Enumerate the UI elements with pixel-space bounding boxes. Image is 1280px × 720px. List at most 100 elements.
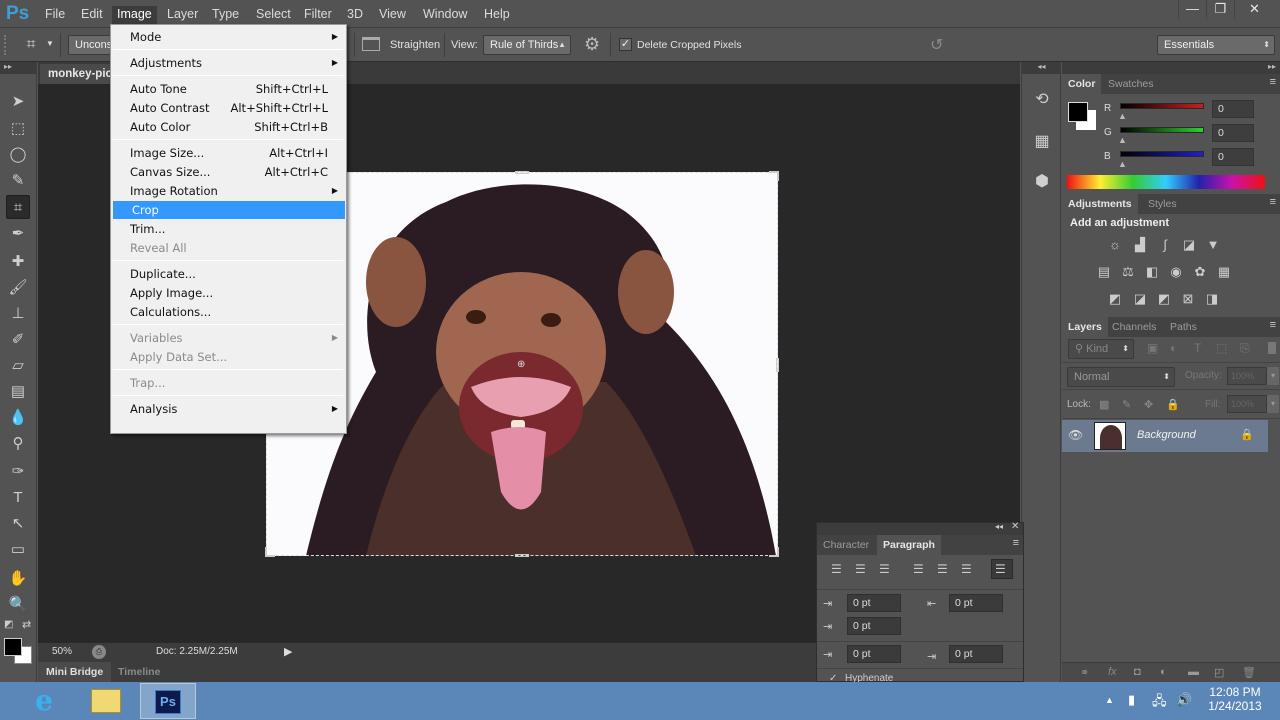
menu-layer[interactable]: Layer <box>162 6 203 24</box>
history-panel-icon[interactable]: ⟲ <box>1026 80 1058 116</box>
foreground-color-swatch[interactable] <box>4 638 22 656</box>
layer-row-background[interactable]: 👁 Background 🔒 <box>1062 420 1268 452</box>
panel-header[interactable]: ◂◂ ✕ <box>817 521 1023 535</box>
indent-left-input[interactable]: 0 pt <box>847 594 901 612</box>
panel-menu-icon[interactable]: ≡ <box>1270 76 1276 88</box>
slider-thumb-icon[interactable]: ▲ <box>1118 159 1127 169</box>
selective-color-icon[interactable]: ⊠ <box>1180 292 1196 306</box>
menu-view[interactable]: View <box>374 6 411 24</box>
tab-channels[interactable]: Channels <box>1106 317 1162 337</box>
new-adjustment-layer-icon[interactable]: ◐ <box>1160 666 1167 678</box>
straighten-icon[interactable] <box>362 37 380 51</box>
menu-type[interactable]: Type <box>207 6 244 24</box>
crop-pivot-icon[interactable]: ⊕ <box>517 359 525 370</box>
panel-menu-icon[interactable]: ≡ <box>1270 319 1276 331</box>
menu-item-image-rotation[interactable]: Image Rotation ▶ <box>111 182 346 200</box>
filter-toggle[interactable] <box>1268 342 1276 354</box>
menu-file[interactable]: File <box>40 6 70 24</box>
channel-g-input[interactable]: 0 <box>1212 124 1254 142</box>
justify-left-icon[interactable]: ☰ <box>913 563 929 577</box>
crop-handle-right[interactable] <box>776 358 779 372</box>
menu-3d[interactable]: 3D <box>342 6 368 24</box>
space-after-input[interactable]: 0 pt <box>949 645 1003 663</box>
lock-position-icon[interactable]: ✥ <box>1144 398 1153 411</box>
menu-item-duplicate[interactable]: Duplicate... <box>111 265 346 283</box>
new-group-icon[interactable]: ▬ <box>1188 666 1199 678</box>
crop-tool-icon[interactable]: ⌗ <box>6 195 30 219</box>
crop-handle-top-right[interactable] <box>769 171 779 181</box>
delete-cropped-checkbox[interactable]: ✓ <box>619 38 632 51</box>
expand-panels-icon[interactable]: ▸▸ <box>1062 62 1280 74</box>
channel-r-slider[interactable] <box>1120 103 1204 109</box>
file-explorer-button[interactable] <box>78 683 134 719</box>
straighten-label[interactable]: Straighten <box>390 39 440 51</box>
close-panel-icon[interactable]: ✕ <box>1011 521 1019 532</box>
preset-dropdown-arrow-icon[interactable]: ▼ <box>46 39 54 48</box>
menu-help[interactable]: Help <box>479 6 515 24</box>
status-share-icon[interactable]: ⎙ <box>92 645 106 659</box>
rectangle-tool-icon[interactable]: ▭ <box>6 538 30 562</box>
fill-dropdown-icon[interactable]: ▾ <box>1267 395 1279 413</box>
tab-layers[interactable]: Layers <box>1062 317 1108 337</box>
cancel-crop-icon[interactable]: ↺ <box>930 35 943 55</box>
indent-right-input[interactable]: 0 pt <box>949 594 1003 612</box>
fill-input[interactable]: 100% <box>1227 395 1267 413</box>
default-colors-icon[interactable]: ◩ <box>4 619 13 630</box>
tab-adjustments[interactable]: Adjustments <box>1062 194 1138 214</box>
gear-icon[interactable]: ⚙ <box>584 34 600 55</box>
justify-right-icon[interactable]: ☰ <box>961 563 977 577</box>
channel-b-input[interactable]: 0 <box>1212 148 1254 166</box>
collapse-dock-icon[interactable]: ◂◂ <box>1022 62 1061 74</box>
marquee-tool-icon[interactable]: ⬚ <box>6 117 30 141</box>
workspace-select[interactable]: Essentials ⬍ <box>1157 35 1275 55</box>
color-lookup-icon[interactable]: ▦ <box>1216 265 1232 279</box>
lock-transparency-icon[interactable]: ▩ <box>1099 398 1109 411</box>
show-hidden-icons-icon[interactable]: ▲ <box>1105 695 1114 705</box>
menu-item-analysis[interactable]: Analysis ▶ <box>111 400 346 418</box>
tab-swatches[interactable]: Swatches <box>1102 74 1160 94</box>
eyedropper-tool-icon[interactable]: ✒ <box>6 222 30 246</box>
eraser-tool-icon[interactable]: ▱ <box>6 354 30 378</box>
lock-all-icon[interactable]: 🔒 <box>1166 398 1180 411</box>
minimize-button[interactable]: — <box>1178 0 1206 19</box>
view-overlay-select[interactable]: Rule of Thirds ▲ <box>483 35 571 55</box>
dodge-tool-icon[interactable]: ⚲ <box>6 432 30 456</box>
color-balance-icon[interactable]: ⚖ <box>1120 265 1136 279</box>
levels-icon[interactable]: ▟ <box>1132 238 1148 252</box>
blend-mode-select[interactable]: Normal ⬍ <box>1067 367 1175 387</box>
crop-handle-bottom-right[interactable] <box>769 547 779 557</box>
justify-all-icon[interactable]: ☰ <box>991 559 1013 579</box>
align-center-icon[interactable]: ☰ <box>855 563 871 577</box>
clone-stamp-tool-icon[interactable]: ⊥ <box>6 302 30 326</box>
crop-handle-top[interactable] <box>515 171 529 174</box>
status-menu-arrow-icon[interactable]: ▶ <box>284 645 292 658</box>
opacity-dropdown-icon[interactable]: ▾ <box>1267 367 1279 385</box>
grip-handle[interactable] <box>4 35 8 55</box>
gradient-tool-icon[interactable]: ▤ <box>6 380 30 404</box>
type-tool-icon[interactable]: T <box>6 486 30 510</box>
layer-name[interactable]: Background <box>1137 429 1196 441</box>
channel-r-input[interactable]: 0 <box>1212 100 1254 118</box>
channel-b-slider[interactable] <box>1120 151 1204 157</box>
panel-menu-icon[interactable]: ≡ <box>1270 196 1276 208</box>
menu-filter[interactable]: Filter <box>299 6 337 24</box>
indent-first-line-input[interactable]: 0 pt <box>847 617 901 635</box>
swap-colors-icon[interactable]: ⇄ <box>22 618 31 631</box>
vibrance-icon[interactable]: ▼ <box>1205 238 1221 252</box>
menu-item-auto-contrast[interactable]: Auto Contrast Alt+Shift+Ctrl+L <box>111 99 346 117</box>
crop-handle-bottom[interactable] <box>515 554 529 557</box>
internet-explorer-button[interactable]: e <box>16 683 72 719</box>
black-white-icon[interactable]: ◧ <box>1144 265 1160 279</box>
tab-mini-bridge[interactable]: Mini Bridge <box>38 662 112 682</box>
align-right-icon[interactable]: ☰ <box>879 563 895 577</box>
menu-item-adjustments[interactable]: Adjustments ▶ <box>111 54 346 72</box>
tab-character[interactable]: Character <box>817 535 875 555</box>
lock-pixels-icon[interactable]: ✎ <box>1122 398 1131 411</box>
collapse-toolbox-icon[interactable]: ▸▸ <box>0 62 36 74</box>
tab-color[interactable]: Color <box>1062 74 1102 94</box>
crop-handle-bottom-left[interactable] <box>265 547 275 557</box>
photoshop-taskbar-button[interactable]: Ps <box>140 683 196 719</box>
menu-item-image-size[interactable]: Image Size... Alt+Ctrl+I <box>111 144 346 162</box>
network-icon[interactable]: 🖧 <box>1152 692 1167 714</box>
zoom-level[interactable]: 50% <box>52 646 72 657</box>
